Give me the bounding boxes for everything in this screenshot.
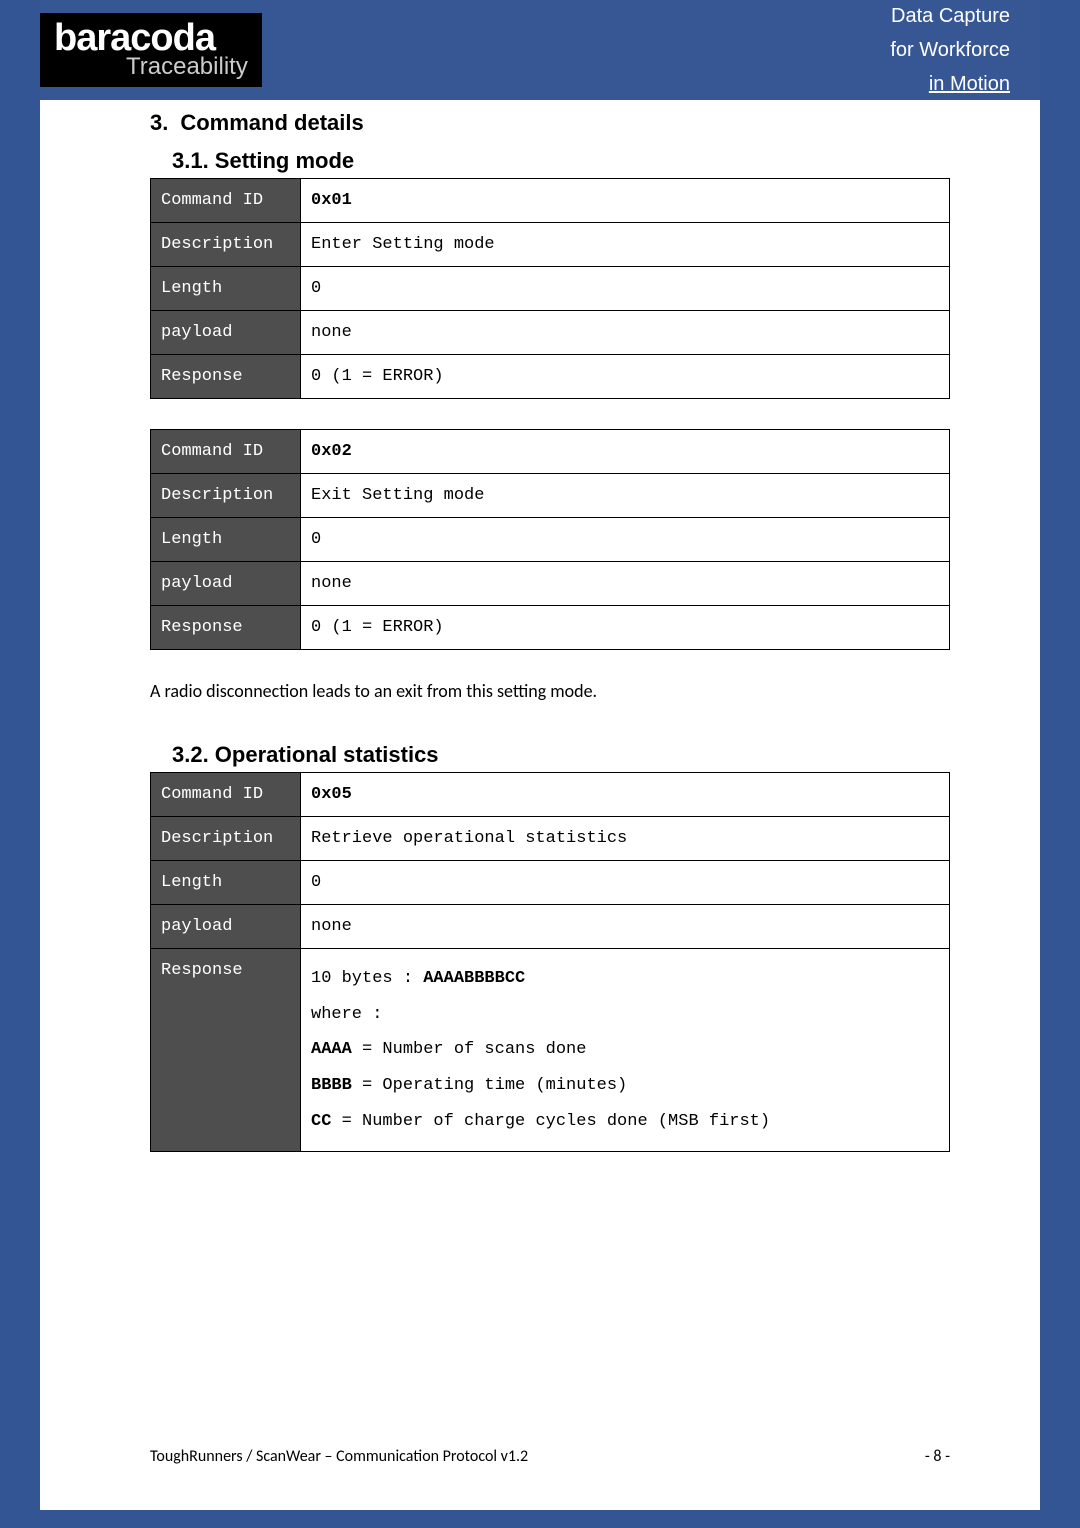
section-title: Command details [180, 110, 363, 135]
value-response: 0 (1 = ERROR) [301, 606, 950, 650]
value-length: 0 [301, 267, 950, 311]
resp-cc: CC [311, 1112, 331, 1131]
brand-sub: Traceability [126, 55, 248, 79]
value-command-id: 0x01 [301, 179, 950, 223]
label-length: Length [151, 267, 301, 311]
label-payload: payload [151, 562, 301, 606]
table-row: Command ID 0x02 [151, 430, 950, 474]
value-command-id: 0x05 [301, 773, 950, 817]
value-description: Enter Setting mode [301, 223, 950, 267]
header-band: baracoda Traceability Data Capture for W… [40, 0, 1040, 100]
table-row: Response 0 (1 = ERROR) [151, 355, 950, 399]
footer: ToughRunners / ScanWear – Communication … [150, 1447, 950, 1466]
value-length: 0 [301, 518, 950, 562]
table-row: Response 10 bytes : AAAABBBBCC where : A… [151, 949, 950, 1152]
label-description: Description [151, 817, 301, 861]
table-row: payload none [151, 311, 950, 355]
resp-cc-text: = Number of charge cycles done (MSB firs… [331, 1112, 770, 1131]
value-response-block: 10 bytes : AAAABBBBCC where : AAAA = Num… [301, 949, 950, 1152]
section-heading: 3. Command details [150, 110, 950, 136]
value-response: 0 (1 = ERROR) [301, 355, 950, 399]
content: 3. Command details 3.1. Setting mode Comm… [40, 0, 1040, 1222]
section-number: 3. [150, 110, 168, 135]
subheading-32: 3.2. Operational statistics [172, 742, 950, 768]
label-length: Length [151, 861, 301, 905]
tagline-line1: Data Capture [890, 0, 1010, 33]
label-payload: payload [151, 905, 301, 949]
command-table-0x05: Command ID 0x05 Description Retrieve ope… [150, 772, 950, 1152]
subheading-31: 3.1. Setting mode [172, 148, 950, 174]
resp-bbbb-text: = Operating time (minutes) [352, 1076, 627, 1095]
tagline-line2: for Workforce [890, 33, 1010, 67]
value-command-id: 0x02 [301, 430, 950, 474]
tagline-line3: in Motion [890, 67, 1010, 101]
label-description: Description [151, 474, 301, 518]
label-command-id: Command ID [151, 430, 301, 474]
resp-bbbb: BBBB [311, 1076, 352, 1095]
label-response: Response [151, 949, 301, 1152]
value-payload: none [301, 562, 950, 606]
label-payload: payload [151, 311, 301, 355]
table-row: Length 0 [151, 518, 950, 562]
value-description: Exit Setting mode [301, 474, 950, 518]
value-description: Retrieve operational statistics [301, 817, 950, 861]
value-payload: none [301, 905, 950, 949]
footer-right: - 8 - [925, 1447, 950, 1466]
label-length: Length [151, 518, 301, 562]
response-code: AAAABBBBCC [423, 969, 525, 988]
note-text: A radio disconnection leads to an exit f… [150, 680, 950, 702]
command-table-0x01: Command ID 0x01 Description Enter Settin… [150, 178, 950, 399]
resp-aaaa: AAAA [311, 1040, 352, 1059]
table-row: Description Retrieve operational statist… [151, 817, 950, 861]
value-length: 0 [301, 861, 950, 905]
table-row: payload none [151, 562, 950, 606]
response-intro: 10 bytes : [311, 969, 423, 988]
table-row: payload none [151, 905, 950, 949]
command-table-0x02: Command ID 0x02 Description Exit Setting… [150, 429, 950, 650]
table-row: Description Exit Setting mode [151, 474, 950, 518]
table-row: Length 0 [151, 861, 950, 905]
label-description: Description [151, 223, 301, 267]
label-command-id: Command ID [151, 773, 301, 817]
page: baracoda Traceability Data Capture for W… [40, 0, 1040, 1510]
tagline: Data Capture for Workforce in Motion [890, 0, 1010, 101]
response-where: where : [311, 1005, 382, 1024]
table-row: Response 0 (1 = ERROR) [151, 606, 950, 650]
resp-aaaa-text: = Number of scans done [352, 1040, 587, 1059]
table-row: Command ID 0x01 [151, 179, 950, 223]
label-response: Response [151, 355, 301, 399]
footer-left: ToughRunners / ScanWear – Communication … [150, 1447, 528, 1466]
label-response: Response [151, 606, 301, 650]
label-command-id: Command ID [151, 179, 301, 223]
brand-name: baracoda [54, 19, 248, 57]
value-payload: none [301, 311, 950, 355]
table-row: Length 0 [151, 267, 950, 311]
table-row: Command ID 0x05 [151, 773, 950, 817]
table-row: Description Enter Setting mode [151, 223, 950, 267]
brand-logo: baracoda Traceability [40, 13, 262, 87]
